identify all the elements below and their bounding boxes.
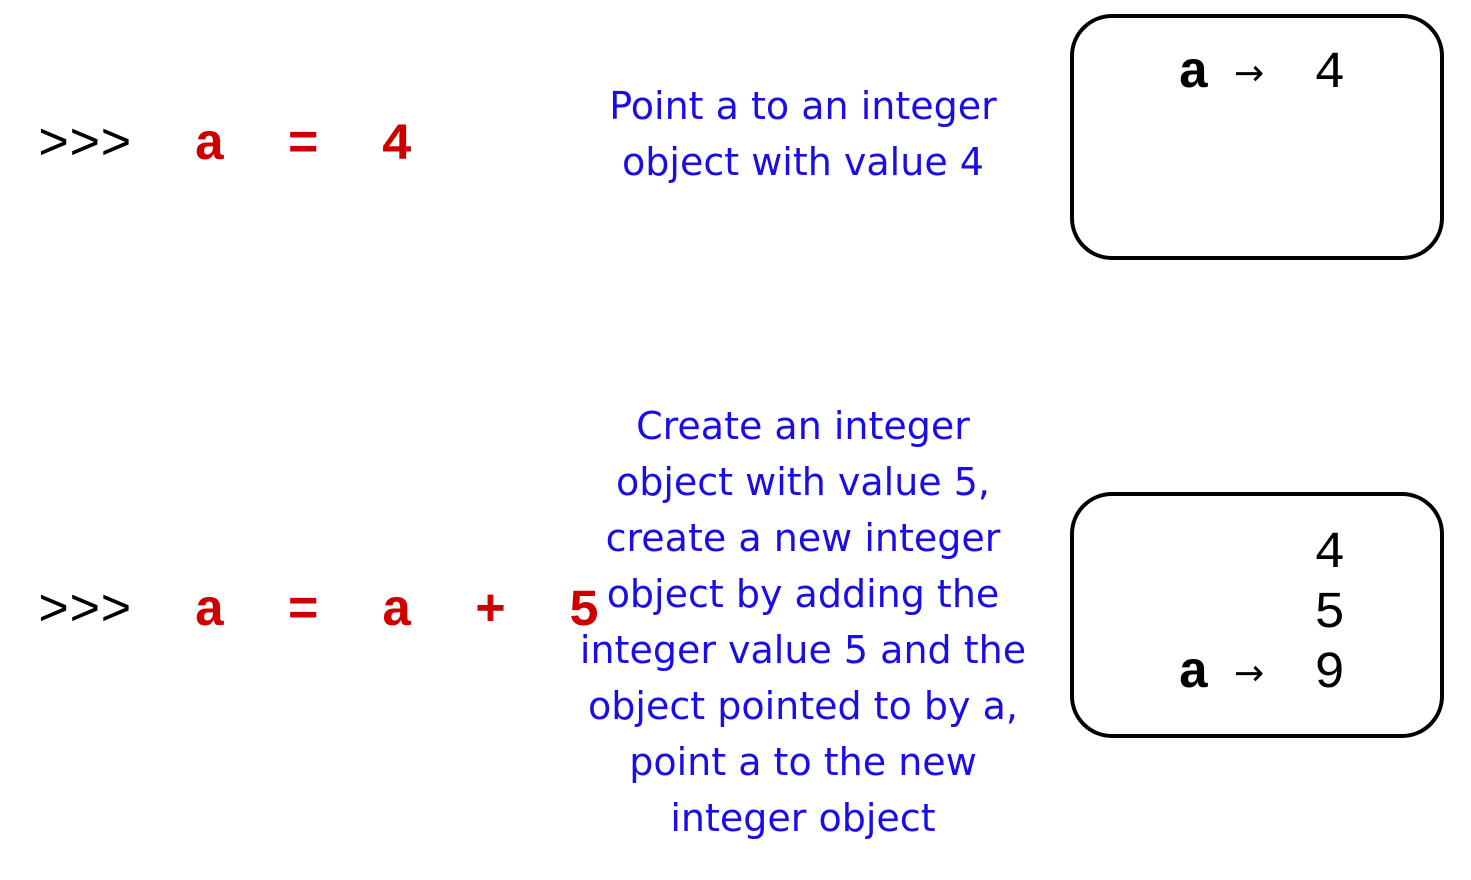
prompt: >>>	[38, 116, 132, 175]
prompt: >>>	[38, 582, 132, 641]
memory-box-2: 4 5 a → 9	[1070, 492, 1444, 738]
description-line: Create an integer	[636, 404, 970, 448]
memory-row: 5	[1074, 584, 1440, 644]
description-line: object with value 5,	[615, 460, 990, 504]
memory-row: a → 9	[1074, 644, 1440, 704]
object-value: 4	[1314, 524, 1346, 583]
memory-row: a → 4	[1074, 44, 1440, 104]
description-line: integer object	[670, 796, 936, 840]
description-line: object pointed to by a,	[588, 684, 1018, 728]
description-line: Point a to an integer	[609, 84, 997, 128]
description-line: point a to the new	[629, 740, 977, 784]
code-line-2: >>> a = a + 5	[38, 586, 600, 638]
code-statement: a = 4	[194, 116, 413, 175]
right-arrow-icon: →	[1234, 653, 1265, 694]
description-line: object by adding the	[606, 572, 1000, 616]
right-arrow-icon: →	[1234, 53, 1265, 94]
memory-row: 4	[1074, 524, 1440, 584]
description-1: Point a to an integer object with value …	[573, 78, 1033, 190]
code-line-1: >>> a = 4	[38, 120, 412, 172]
description-line: create a new integer	[605, 516, 1001, 560]
description-2: Create an integer object with value 5, c…	[573, 398, 1033, 846]
variable-name: a	[1178, 44, 1210, 103]
description-line: object with value 4	[622, 140, 984, 184]
code-statement: a = a + 5	[194, 582, 600, 641]
description-line: integer value 5 and the	[579, 628, 1027, 672]
variable-name: a	[1178, 644, 1210, 703]
object-value: 9	[1314, 644, 1346, 703]
memory-box-1: a → 4	[1070, 14, 1444, 260]
object-value: 4	[1314, 44, 1346, 103]
object-value: 5	[1314, 584, 1346, 643]
